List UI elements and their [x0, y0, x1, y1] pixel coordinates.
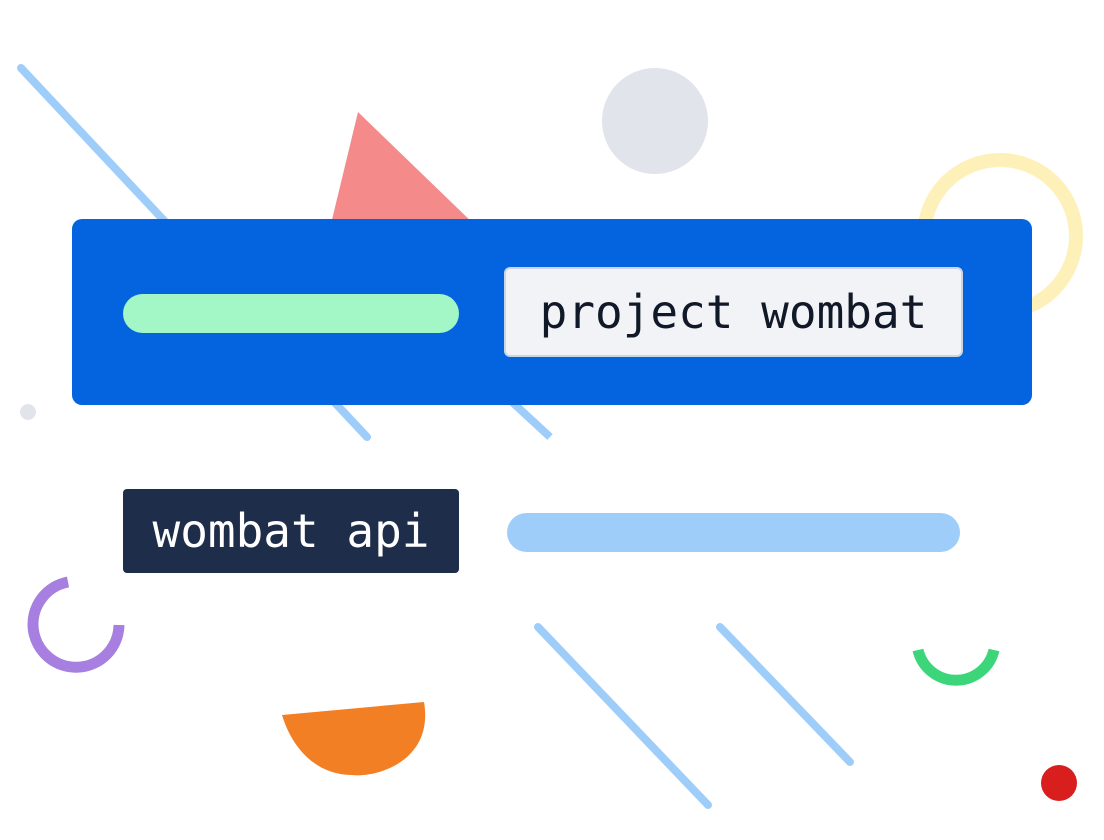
- coral-triangle: [330, 112, 478, 228]
- diagonal-line-short: [507, 397, 553, 440]
- project-name-chip: project wombat: [504, 267, 963, 357]
- diagonal-line-bottom-center: [534, 623, 712, 809]
- green-placeholder-bar: [123, 294, 459, 333]
- purple-arc: [27, 576, 125, 673]
- blue-placeholder-bar: [507, 513, 960, 552]
- red-dot: [1041, 765, 1077, 801]
- green-arc: [912, 648, 1000, 686]
- diagonal-line-bottom-right: [716, 623, 854, 766]
- api-name-chip: wombat api: [123, 489, 459, 573]
- decorative-background: [17, 64, 1083, 809]
- orange-semicircle: [282, 702, 426, 776]
- api-name-label: wombat api: [152, 504, 430, 558]
- project-name-label: project wombat: [539, 285, 928, 339]
- gray-circle: [602, 68, 708, 174]
- gray-dot: [20, 404, 36, 420]
